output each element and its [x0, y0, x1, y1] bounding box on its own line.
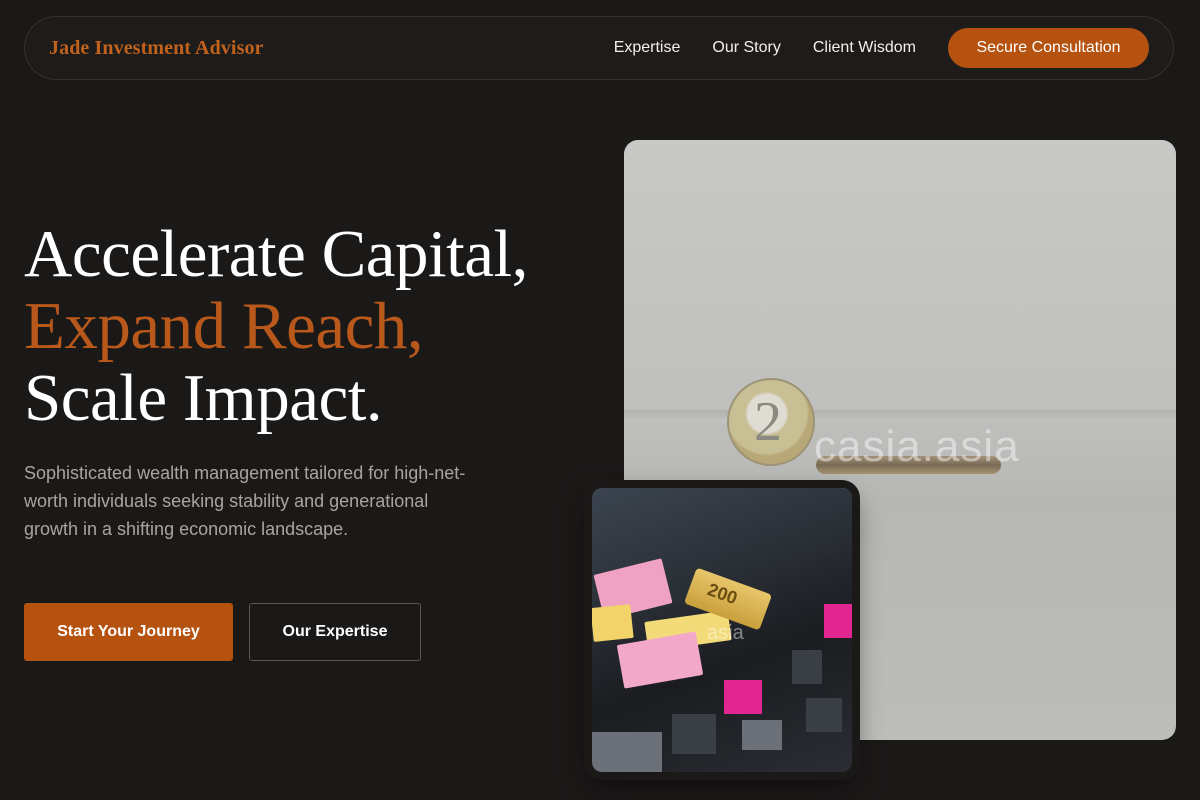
brand-logo[interactable]: Jade Investment Advisor — [49, 37, 264, 60]
our-expertise-button[interactable]: Our Expertise — [249, 603, 421, 661]
photo-watermark: casia.asia — [814, 422, 1020, 471]
sticky-note-pink — [616, 631, 704, 689]
photo-watermark: asia — [707, 622, 744, 644]
model-house — [672, 714, 716, 754]
model-house — [592, 732, 662, 772]
sticky-note-yellow — [592, 604, 634, 642]
model-house — [824, 604, 852, 638]
nav-link-client-wisdom[interactable]: Client Wisdom — [813, 39, 916, 57]
model-house — [806, 698, 842, 732]
headline-line-1: Accelerate Capital, — [24, 217, 528, 291]
shelf-edge — [624, 410, 1176, 422]
nav-link-expertise[interactable]: Expertise — [614, 39, 681, 57]
banknote-numeral: 200 — [704, 579, 741, 609]
hero-subtitle: Sophisticated wealth management tailored… — [24, 463, 466, 539]
secure-consultation-button[interactable]: Secure Consultation — [948, 28, 1149, 68]
headline-line-3: Scale Impact. — [24, 361, 383, 435]
real-estate-photo: 200 asia — [592, 488, 852, 772]
coin-numeral: 2 — [754, 391, 782, 453]
two-euro-coin: 2 — [727, 378, 815, 466]
nav-link-our-story[interactable]: Our Story — [712, 39, 780, 57]
hero-headline: Accelerate Capital, Expand Reach, Scale … — [24, 218, 528, 434]
headline-line-2: Expand Reach, — [24, 289, 424, 363]
start-your-journey-button[interactable]: Start Your Journey — [24, 603, 233, 661]
model-house — [792, 650, 822, 684]
model-house — [724, 680, 762, 714]
top-navigation: Jade Investment Advisor Expertise Our St… — [24, 16, 1174, 80]
nav-links: Expertise Our Story Client Wisdom Secure… — [614, 17, 1149, 79]
model-house — [742, 720, 782, 750]
